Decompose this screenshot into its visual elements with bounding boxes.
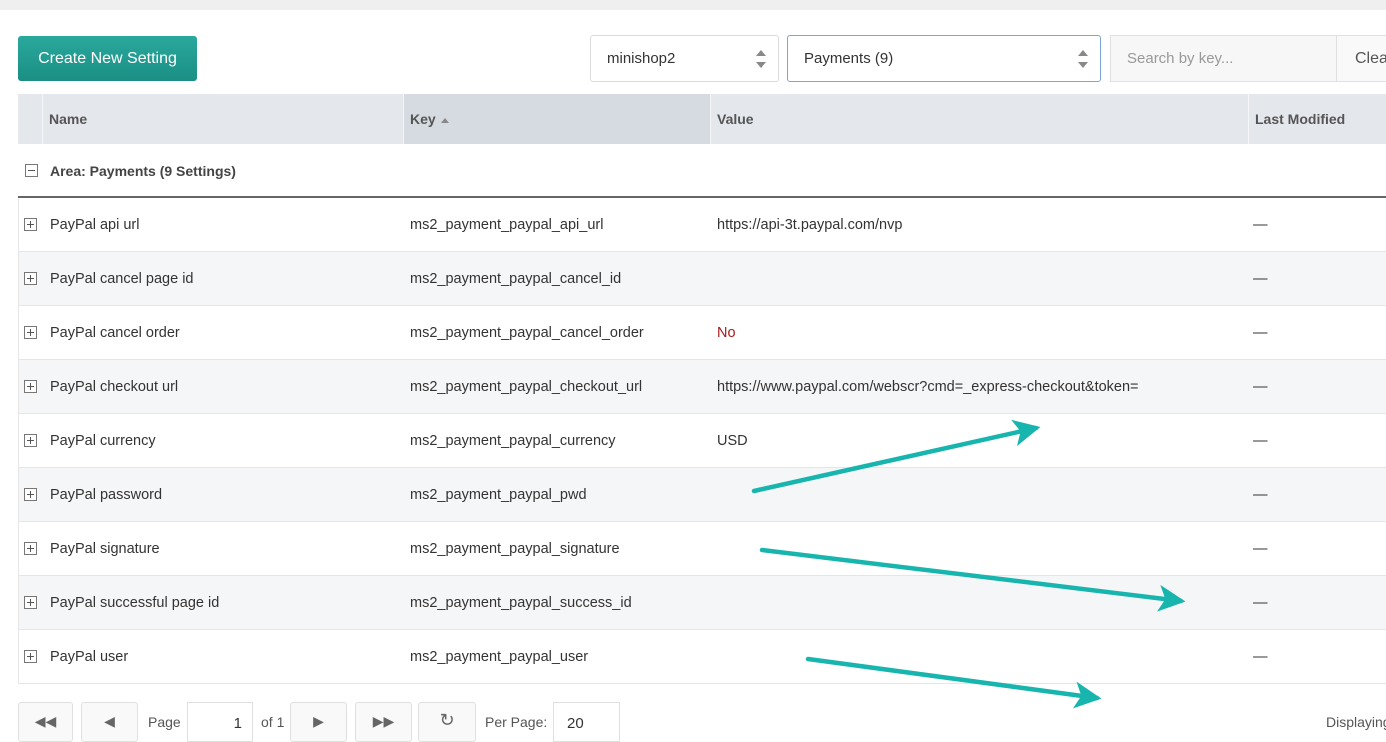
chevron-right-icon: ▶ [313, 713, 324, 729]
table-row[interactable]: PayPal cancel page id ms2_payment_paypal… [18, 252, 1386, 306]
double-chevron-left-icon: ◀◀ [34, 713, 57, 729]
expand-icon[interactable] [24, 488, 37, 501]
row-last-modified: — [1253, 487, 1268, 503]
column-header-key[interactable]: Key [403, 94, 710, 144]
previous-page-button[interactable]: ◀ [81, 702, 138, 742]
per-page-input[interactable]: 20 [553, 702, 620, 742]
area-select[interactable]: Payments (9) [787, 35, 1101, 82]
sort-ascending-icon [440, 117, 449, 123]
refresh-button[interactable]: ↻ [418, 702, 476, 742]
column-header-value[interactable]: Value [710, 94, 1248, 144]
group-header-payments[interactable]: Area: Payments (9 Settings) [18, 144, 1386, 198]
row-last-modified: — [1253, 217, 1268, 233]
collapse-icon[interactable] [25, 164, 38, 177]
row-last-modified: — [1253, 379, 1268, 395]
area-select-value: Payments (9) [804, 50, 894, 67]
row-name: PayPal password [50, 487, 163, 503]
search-input[interactable] [1110, 35, 1337, 82]
table-row[interactable]: PayPal cancel order ms2_payment_paypal_c… [18, 306, 1386, 360]
row-key: ms2_payment_paypal_pwd [410, 487, 587, 503]
chevron-left-icon: ◀ [104, 713, 115, 729]
expand-icon[interactable] [24, 542, 37, 555]
row-name: PayPal successful page id [50, 595, 220, 611]
row-key: ms2_payment_paypal_checkout_url [410, 379, 643, 395]
column-header-name[interactable]: Name [42, 94, 403, 144]
column-header-last-modified[interactable]: Last Modified [1248, 94, 1386, 144]
table-row[interactable]: PayPal password ms2_payment_paypal_pwd — [18, 468, 1386, 522]
row-key: ms2_payment_paypal_cancel_order [410, 325, 644, 341]
select-arrows-icon [1078, 50, 1088, 68]
table-row[interactable]: PayPal user ms2_payment_paypal_user — [18, 630, 1386, 684]
row-last-modified: — [1253, 271, 1268, 287]
row-value[interactable]: USD [717, 414, 748, 468]
column-header-name-label: Name [49, 111, 88, 127]
row-name: PayPal cancel order [50, 325, 180, 341]
column-header-key-label: Key [410, 111, 436, 127]
grid-header: Name Key Value Last Modified [18, 94, 1386, 144]
first-page-button[interactable]: ◀◀ [18, 702, 73, 742]
expand-icon[interactable] [24, 218, 37, 231]
row-key: ms2_payment_paypal_api_url [410, 217, 604, 233]
expand-icon[interactable] [24, 434, 37, 447]
table-row[interactable]: PayPal signature ms2_payment_paypal_sign… [18, 522, 1386, 576]
expand-icon[interactable] [24, 650, 37, 663]
row-value[interactable]: No [717, 306, 736, 360]
row-value[interactable]: https://api-3t.paypal.com/nvp [717, 198, 902, 252]
table-row[interactable]: PayPal api url ms2_payment_paypal_api_ur… [18, 198, 1386, 252]
expand-icon[interactable] [24, 326, 37, 339]
row-key: ms2_payment_paypal_currency [410, 433, 616, 449]
expand-icon[interactable] [24, 596, 37, 609]
row-name: PayPal signature [50, 541, 160, 557]
row-key: ms2_payment_paypal_signature [410, 541, 620, 557]
table-row[interactable]: PayPal successful page id ms2_payment_pa… [18, 576, 1386, 630]
group-label: Area: Payments (9 Settings) [50, 163, 236, 179]
row-value[interactable]: https://www.paypal.com/webscr?cmd=_expre… [717, 360, 1139, 414]
settings-grid: Name Key Value Last Modified Area: Payme… [18, 94, 1386, 684]
last-page-button[interactable]: ▶▶ [355, 702, 412, 742]
page-number-input[interactable]: 1 [187, 702, 253, 742]
row-key: ms2_payment_paypal_success_id [410, 595, 632, 611]
row-name: PayPal user [50, 649, 129, 665]
row-last-modified: — [1253, 595, 1268, 611]
row-name: PayPal checkout url [50, 379, 179, 395]
top-strip [0, 0, 1386, 10]
row-name: PayPal api url [50, 217, 140, 233]
next-page-button[interactable]: ▶ [290, 702, 347, 742]
clear-button[interactable]: Clear [1336, 35, 1386, 82]
table-row[interactable]: PayPal currency ms2_payment_paypal_curre… [18, 414, 1386, 468]
column-header-modified-label: Last Modified [1255, 111, 1346, 127]
row-last-modified: — [1253, 325, 1268, 341]
expand-icon[interactable] [24, 272, 37, 285]
row-last-modified: — [1253, 433, 1268, 449]
double-chevron-right-icon: ▶▶ [372, 713, 395, 729]
row-name: PayPal cancel page id [50, 271, 194, 287]
pagination-bar: ◀◀ ◀ Page 1 of 1 ▶ ▶▶ ↻ Per Page: 20 Dis… [18, 700, 1386, 742]
row-name: PayPal currency [50, 433, 156, 449]
create-new-setting-button[interactable]: Create New Setting [18, 36, 197, 81]
row-key: ms2_payment_paypal_user [410, 649, 589, 665]
header-expander-column [18, 94, 42, 144]
select-arrows-icon [756, 50, 766, 68]
column-header-value-label: Value [717, 111, 754, 127]
row-key: ms2_payment_paypal_cancel_id [410, 271, 622, 287]
table-row[interactable]: PayPal checkout url ms2_payment_paypal_c… [18, 360, 1386, 414]
namespace-select-value: minishop2 [607, 50, 676, 67]
namespace-select[interactable]: minishop2 [590, 35, 779, 82]
row-last-modified: — [1253, 541, 1268, 557]
expand-icon[interactable] [24, 380, 37, 393]
row-last-modified: — [1253, 649, 1268, 665]
